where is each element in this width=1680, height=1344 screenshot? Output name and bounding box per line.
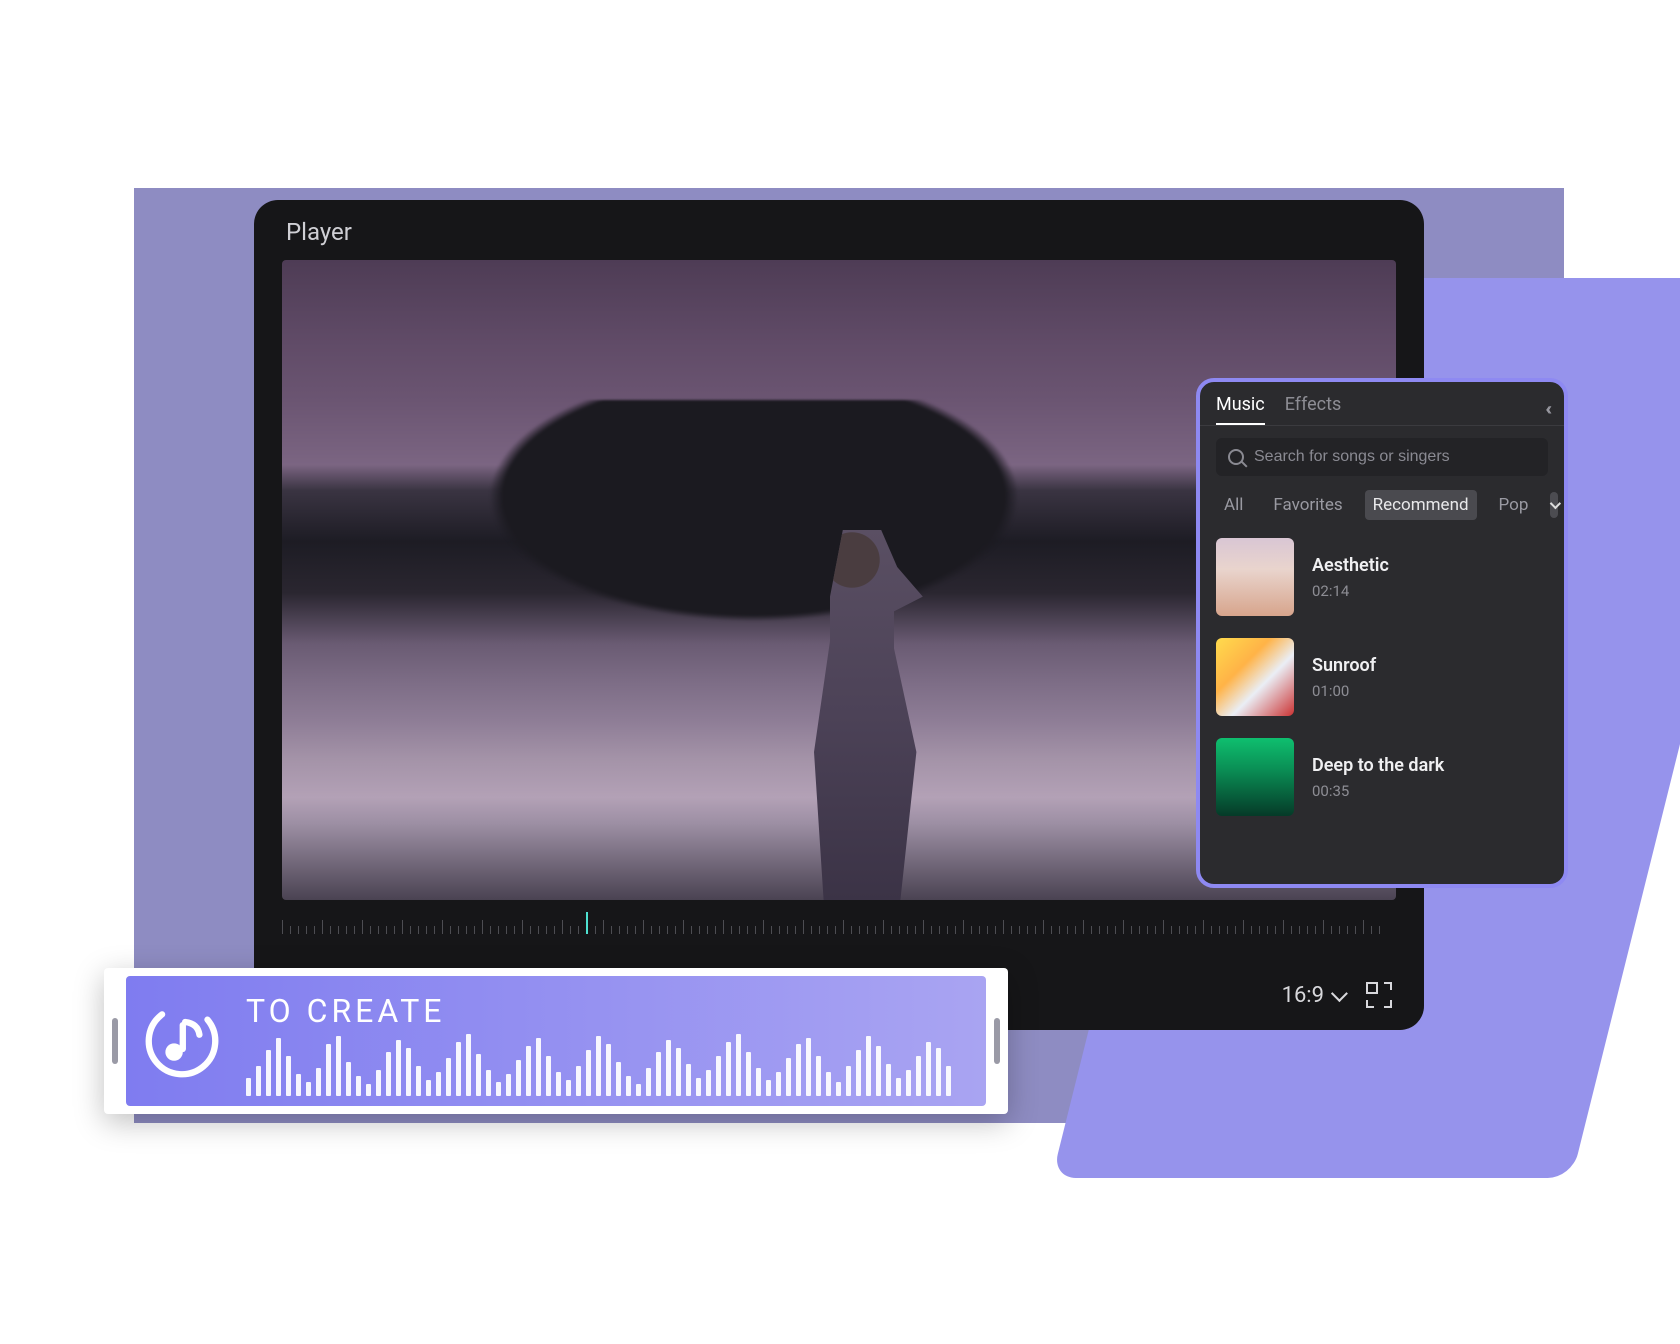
music-panel-header: Music Effects ‹‹	[1200, 382, 1564, 425]
chevron-down-icon	[1331, 985, 1348, 1002]
player-title: Player	[286, 218, 352, 246]
track-meta: Aesthetic 02:14	[1312, 555, 1389, 600]
clip-handle-right[interactable]	[994, 1018, 1000, 1064]
app-stage: Player 16:9 Music Effects ‹‹	[134, 188, 1564, 1123]
track-meta: Sunroof 01:00	[1312, 655, 1376, 700]
music-panel: Music Effects ‹‹ All Favorites Recommend…	[1196, 378, 1568, 888]
music-note-icon	[144, 1003, 220, 1079]
track-item[interactable]: Sunroof 01:00	[1216, 638, 1548, 716]
fullscreen-icon[interactable]	[1366, 982, 1392, 1008]
clip-title: TO CREATE	[246, 992, 445, 1030]
track-item[interactable]: Aesthetic 02:14	[1216, 538, 1548, 616]
track-thumbnail	[1216, 638, 1294, 716]
track-list: Aesthetic 02:14 Sunroof 01:00 Deep to th…	[1200, 534, 1564, 820]
clip-handle-left[interactable]	[112, 1018, 118, 1064]
track-thumbnail	[1216, 538, 1294, 616]
filter-recommend[interactable]: Recommend	[1365, 490, 1477, 520]
clip-body[interactable]: TO CREATE	[126, 976, 986, 1106]
aspect-ratio-label: 16:9	[1282, 983, 1324, 1008]
filter-row: All Favorites Recommend Pop	[1200, 490, 1564, 534]
tab-effects[interactable]: Effects	[1285, 394, 1342, 425]
track-thumbnail	[1216, 738, 1294, 816]
more-filters-button[interactable]	[1550, 492, 1558, 518]
search-icon	[1228, 449, 1244, 465]
chevron-down-icon	[1550, 498, 1561, 509]
track-meta: Deep to the dark 00:35	[1312, 755, 1444, 800]
filter-all[interactable]: All	[1216, 490, 1251, 520]
timeline-ruler[interactable]	[282, 912, 1396, 934]
search-bar[interactable]	[1216, 438, 1548, 476]
divider	[1200, 425, 1564, 426]
track-duration: 00:35	[1312, 782, 1444, 800]
tab-music[interactable]: Music	[1216, 394, 1265, 425]
filter-favorites[interactable]: Favorites	[1265, 490, 1350, 520]
track-item[interactable]: Deep to the dark 00:35	[1216, 738, 1548, 816]
audio-clip[interactable]: TO CREATE	[104, 968, 1008, 1114]
track-name: Sunroof	[1312, 655, 1376, 676]
collapse-panel-icon[interactable]: ‹‹	[1545, 399, 1548, 420]
track-duration: 02:14	[1312, 582, 1389, 600]
preview-landmass	[412, 400, 1172, 640]
track-name: Aesthetic	[1312, 555, 1389, 576]
track-duration: 01:00	[1312, 682, 1376, 700]
music-panel-tabs: Music Effects	[1216, 394, 1341, 425]
aspect-ratio-selector[interactable]: 16:9	[1282, 983, 1344, 1008]
filter-pop[interactable]: Pop	[1491, 490, 1537, 520]
search-input[interactable]	[1254, 448, 1536, 466]
track-name: Deep to the dark	[1312, 755, 1444, 776]
waveform	[246, 1032, 976, 1096]
